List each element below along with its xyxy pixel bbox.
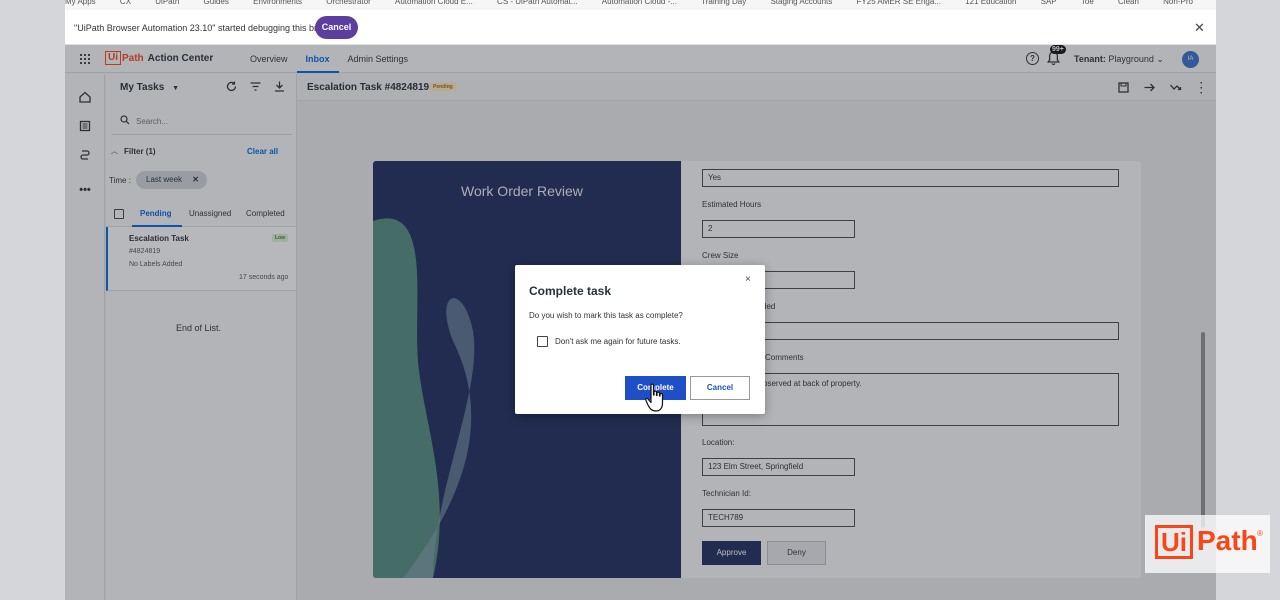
bookmark[interactable]: Environments	[253, 0, 302, 6]
dont-ask-checkbox[interactable]	[537, 336, 548, 347]
bookmark[interactable]: Toe	[1081, 0, 1094, 6]
uipath-watermark: Ui Path ®	[1145, 515, 1270, 573]
dialog-message: Do you wish to mark this task as complet…	[529, 311, 683, 320]
bookmark[interactable]: FY25 AMER SE Enga...	[857, 0, 941, 6]
watermark-registered: ®	[1257, 529, 1263, 538]
bookmark[interactable]: Non-Pro	[1163, 0, 1193, 6]
debug-message: "UiPath Browser Automation 23.10" starte…	[74, 23, 342, 33]
bookmark[interactable]: Clean	[1118, 0, 1139, 6]
bookmark[interactable]: CX	[120, 0, 131, 6]
debug-infobar: "UiPath Browser Automation 23.10" starte…	[65, 10, 1216, 45]
bookmarks-bar: My Apps CX UiPath Guides Environments Or…	[65, 0, 1216, 10]
bookmark[interactable]: 121 Education	[965, 0, 1016, 6]
debug-cancel-button[interactable]: Cancel	[315, 16, 358, 39]
bookmark[interactable]: My Apps	[65, 0, 96, 6]
hand-cursor-icon	[645, 383, 664, 412]
bookmark[interactable]: CS - UiPath Automat...	[497, 0, 577, 6]
watermark-ui: Ui	[1155, 525, 1193, 559]
close-icon[interactable]: ×	[745, 274, 751, 285]
bookmark[interactable]: Automation Cloud -...	[602, 0, 677, 6]
bookmark[interactable]: Orchestrator	[326, 0, 370, 6]
complete-task-dialog: Complete task × Do you wish to mark this…	[515, 265, 765, 414]
close-icon[interactable]: ✕	[1194, 20, 1205, 36]
bookmark[interactable]: SAP	[1041, 0, 1057, 6]
bookmark[interactable]: Automation Cloud E...	[395, 0, 473, 6]
bookmark[interactable]: Guides	[204, 0, 229, 6]
bookmark[interactable]: Staging Accounts	[770, 0, 832, 6]
dont-ask-label[interactable]: Don't ask me again for future tasks.	[555, 337, 681, 346]
watermark-path: Path	[1197, 525, 1258, 556]
bookmark[interactable]: Training Day	[701, 0, 746, 6]
dialog-title: Complete task	[529, 284, 612, 298]
bookmark[interactable]: UiPath	[155, 0, 179, 6]
cancel-button[interactable]: Cancel	[690, 376, 750, 400]
